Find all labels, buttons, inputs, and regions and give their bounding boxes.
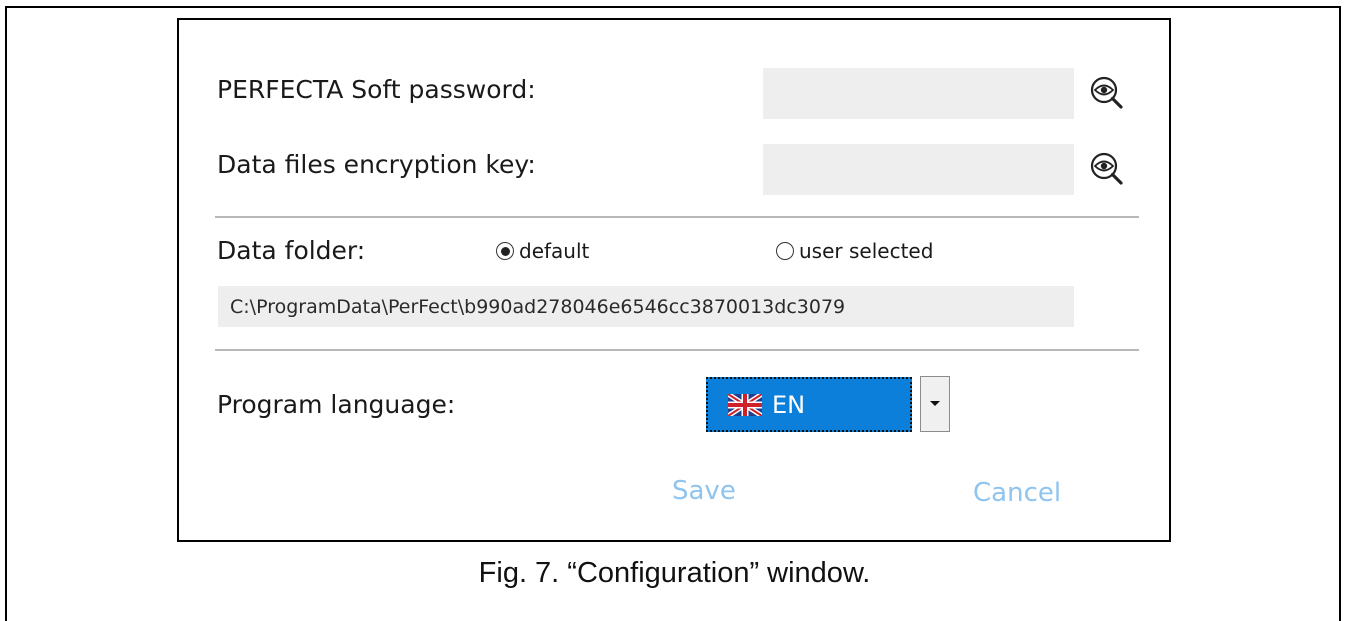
uk-flag-icon bbox=[728, 393, 762, 416]
radio-default-label: default bbox=[519, 239, 590, 263]
show-password-icon[interactable] bbox=[1089, 75, 1125, 111]
encryption-key-label: Data files encryption key: bbox=[217, 150, 536, 179]
divider bbox=[215, 349, 1139, 351]
radio-user-selected-indicator[interactable] bbox=[776, 242, 794, 260]
language-dropdown-button[interactable] bbox=[920, 376, 950, 432]
password-label: PERFECTA Soft password: bbox=[217, 75, 536, 104]
configuration-window: PERFECTA Soft password: Data files encry… bbox=[177, 18, 1171, 542]
language-value: EN bbox=[772, 390, 806, 419]
show-encryption-key-icon[interactable] bbox=[1089, 151, 1125, 187]
program-language-label: Program language: bbox=[217, 390, 456, 419]
divider bbox=[215, 216, 1139, 218]
radio-user-selected[interactable]: user selected bbox=[776, 239, 933, 263]
radio-default[interactable]: default bbox=[496, 239, 589, 263]
save-button[interactable]: Save bbox=[672, 476, 736, 506]
radio-user-selected-label: user selected bbox=[799, 239, 934, 263]
password-field[interactable] bbox=[763, 68, 1074, 119]
chevron-down-icon bbox=[930, 401, 940, 406]
language-select[interactable]: EN bbox=[706, 377, 912, 432]
figure-caption: Fig. 7. “Configuration” window. bbox=[478, 557, 871, 589]
radio-default-indicator[interactable] bbox=[496, 242, 514, 260]
cancel-button[interactable]: Cancel bbox=[973, 478, 1061, 508]
data-folder-label: Data folder: bbox=[217, 236, 366, 265]
encryption-key-field[interactable] bbox=[763, 144, 1074, 195]
data-folder-path: C:\ProgramData\PerFect\b990ad278046e6546… bbox=[218, 286, 1074, 327]
